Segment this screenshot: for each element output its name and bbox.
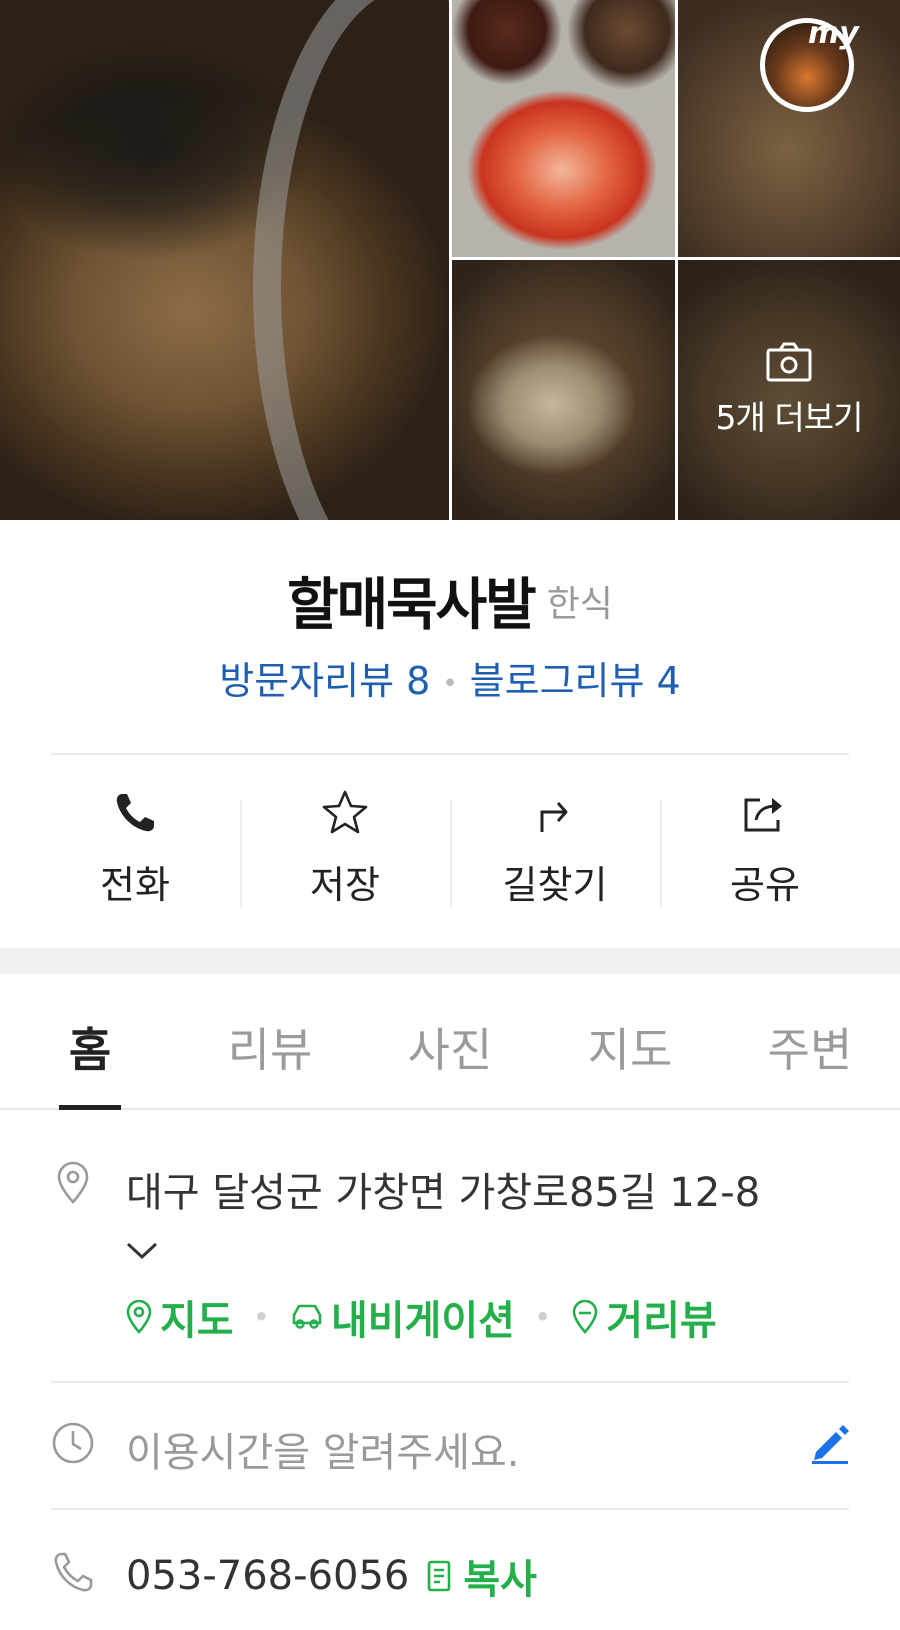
divider	[51, 1381, 849, 1383]
location-pin-icon	[57, 1161, 89, 1204]
separator-dot: •	[534, 1303, 551, 1331]
share-label: 공유	[730, 863, 800, 907]
directions-button[interactable]: 길찾기	[450, 770, 660, 920]
action-bar: 전화 저장 길찾기 공유	[30, 770, 870, 920]
tab-reviews[interactable]: 리뷰	[180, 974, 360, 1108]
separator-dot: •	[253, 1303, 269, 1331]
map-link-label: 지도	[160, 1298, 234, 1344]
photo-thumbnail[interactable]	[452, 260, 675, 520]
tab-photos[interactable]: 사진	[360, 974, 540, 1108]
address-links: 지도 • 내비게이션 • 거리뷰	[124, 1288, 717, 1346]
directions-icon	[540, 802, 568, 832]
map-link[interactable]: 지도	[124, 1288, 234, 1346]
address-text: 대구 달성군 가창면 가창로85길 12-8	[126, 1170, 761, 1216]
phone-number[interactable]: 053-768-6056	[126, 1553, 409, 1599]
divider	[51, 1508, 849, 1510]
phone-outline-icon	[54, 1552, 93, 1592]
copy-label: 복사	[463, 1557, 537, 1603]
call-label: 전화	[100, 863, 170, 907]
share-button[interactable]: 공유	[660, 770, 870, 920]
review-links: 방문자리뷰 8 • 블로그리뷰 4	[0, 650, 900, 705]
place-header: 할매묵사발 한식	[0, 560, 900, 641]
blog-reviews-link[interactable]: 블로그리뷰 4	[470, 659, 681, 703]
directions-label: 길찾기	[502, 863, 608, 907]
place-category: 한식	[546, 583, 613, 625]
street-view-link[interactable]: 거리뷰	[570, 1288, 717, 1346]
call-button[interactable]: 전화	[30, 770, 240, 920]
copy-icon	[428, 1560, 451, 1592]
separator-dot: •	[442, 668, 458, 699]
more-photos-button[interactable]: 5개 더보기	[678, 260, 900, 520]
save-label: 저장	[310, 863, 380, 907]
chevron-down-icon[interactable]	[122, 1230, 162, 1270]
phone-row: 053-768-6056 복사	[126, 1547, 537, 1605]
share-icon	[744, 798, 782, 832]
divider	[51, 753, 849, 755]
more-photos-label: 5개 더보기	[715, 398, 864, 437]
street-view-icon	[572, 1300, 598, 1334]
clock-icon	[52, 1422, 94, 1464]
map-pin-icon	[126, 1300, 152, 1334]
hours-placeholder[interactable]: 이용시간을 알려주세요.	[126, 1420, 519, 1478]
save-button[interactable]: 저장	[240, 770, 450, 920]
street-view-link-label: 거리뷰	[606, 1298, 717, 1344]
photo-grid: my 5개 더보기	[0, 0, 900, 520]
visitor-reviews-link[interactable]: 방문자리뷰 8	[219, 659, 430, 703]
phone-icon	[116, 794, 154, 832]
main-photo[interactable]	[0, 0, 449, 520]
pencil-icon[interactable]	[808, 1420, 852, 1464]
section-separator	[0, 948, 900, 974]
tab-map[interactable]: 지도	[540, 974, 720, 1108]
car-icon	[292, 1304, 322, 1329]
place-name: 할매묵사발	[287, 573, 537, 638]
navigation-link-label: 내비게이션	[330, 1298, 515, 1344]
camera-icon	[766, 342, 812, 382]
tab-bar: 홈 리뷰 사진 지도 주변	[0, 974, 900, 1110]
copy-button[interactable]: 복사	[425, 1547, 537, 1605]
star-icon	[322, 790, 368, 834]
tab-home[interactable]: 홈	[0, 974, 180, 1110]
my-badge-label: my	[808, 16, 859, 51]
navigation-link[interactable]: 내비게이션	[289, 1288, 515, 1346]
photo-thumbnail[interactable]	[452, 0, 675, 257]
tab-nearby[interactable]: 주변	[720, 974, 900, 1108]
